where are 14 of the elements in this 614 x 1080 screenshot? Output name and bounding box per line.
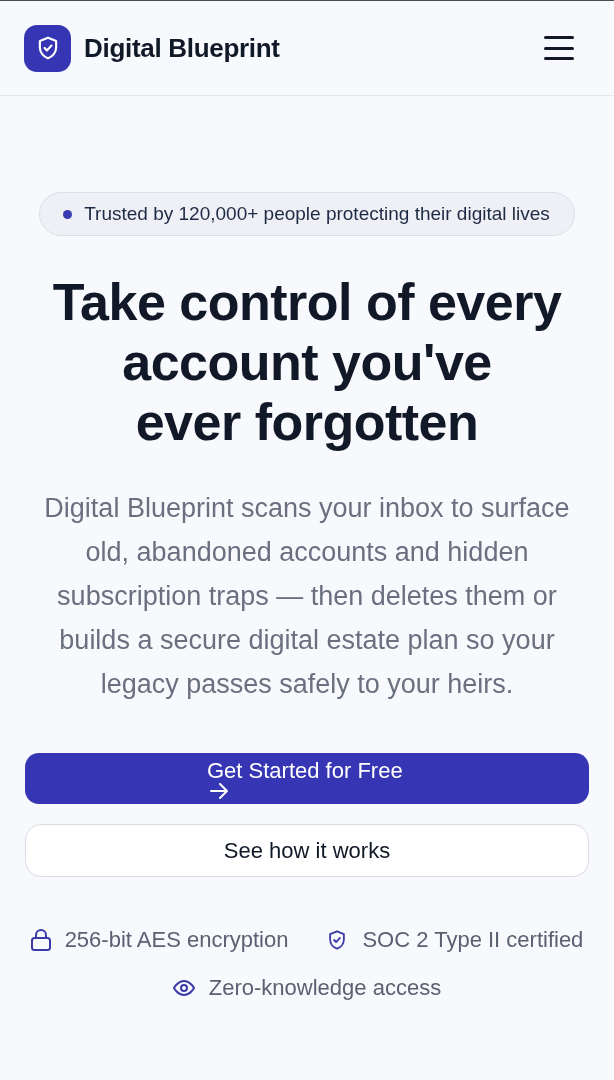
feature-label: 256-bit AES encryption	[64, 926, 289, 954]
feature-label: Zero-knowledge access	[208, 974, 442, 1002]
feature-label: SOC 2 Type II certified	[362, 926, 584, 954]
shield-logo-icon	[24, 24, 71, 72]
lock-icon	[30, 929, 51, 951]
menu-icon[interactable]	[544, 36, 574, 60]
brand-name[interactable]: Digital Blueprint	[84, 28, 280, 68]
eye-icon	[172, 980, 195, 996]
hero-description: Digital Blueprint scans your inbox to surface old, abandoned accounts and hidden subscription traps — then deletes them or builds a secure digital estate plan so your legacy passes safely to your heirs.	[43, 492, 571, 701]
see-how-it-works-button[interactable]: See how it works	[25, 824, 589, 877]
arrow-right-icon	[210, 783, 228, 799]
hero-heading: Take control of every account you've ever forgotten	[52, 272, 562, 452]
get-started-button[interactable]: Get Started for Free	[25, 753, 589, 804]
badge-text: Trusted by 120,000+ people protecting their digital lives	[84, 201, 550, 226]
